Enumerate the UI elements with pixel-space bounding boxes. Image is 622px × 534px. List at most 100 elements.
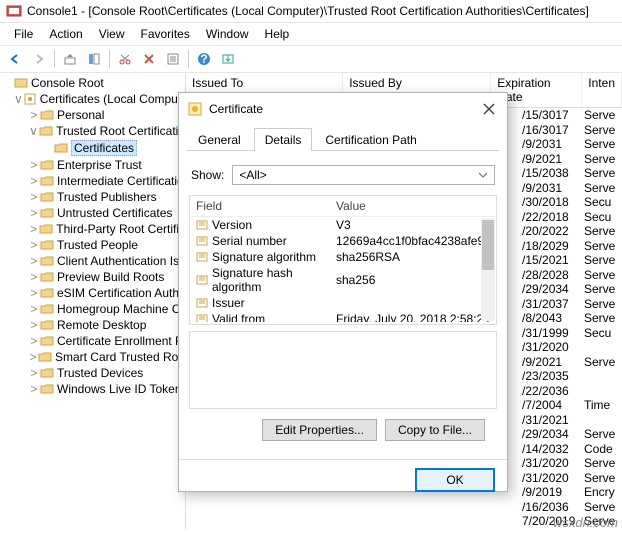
- cell-expiration: /8/2043: [516, 311, 578, 325]
- up-button[interactable]: [59, 48, 81, 70]
- menu-favorites[interactable]: Favorites: [133, 25, 198, 43]
- export-button[interactable]: [217, 48, 239, 70]
- cell-intended: Serve: [578, 268, 622, 282]
- value-col[interactable]: Value: [336, 199, 490, 213]
- edit-properties-button[interactable]: Edit Properties...: [262, 419, 377, 441]
- menu-action[interactable]: Action: [41, 25, 90, 43]
- tree-node[interactable]: >Windows Live ID Token: [0, 381, 185, 397]
- scrollbar[interactable]: [481, 218, 495, 321]
- cell-expiration: /9/2019: [516, 485, 578, 499]
- tree-label: Untrusted Certificates: [57, 206, 172, 220]
- expand-icon[interactable]: >: [28, 158, 40, 172]
- cell-intended: Serve: [578, 108, 622, 122]
- tree-node[interactable]: > Client Authentication Is: [0, 253, 185, 269]
- tree-node[interactable]: ∨Trusted Root Certificatio: [0, 123, 185, 139]
- tree-node[interactable]: >Trusted People: [0, 237, 185, 253]
- table-row[interactable]: /16/2036Serve: [186, 500, 622, 515]
- menu-help[interactable]: Help: [257, 25, 298, 43]
- tree-node[interactable]: >eSIM Certification Authc: [0, 285, 185, 301]
- tree-certificates[interactable]: ∨Certificates (Local Compute: [0, 91, 185, 107]
- expand-icon[interactable]: >: [28, 190, 40, 204]
- expand-icon[interactable]: >: [28, 302, 40, 316]
- folder-icon: [40, 206, 54, 220]
- field-rows[interactable]: VersionV3Serial number12669a4cc1f0bfac42…: [190, 217, 496, 322]
- copy-to-file-button[interactable]: Copy to File...: [385, 419, 485, 441]
- help-button[interactable]: ?: [193, 48, 215, 70]
- show-label: Show:: [191, 168, 224, 182]
- expand-icon[interactable]: >: [28, 334, 40, 348]
- tree-label: Client Authentication Is: [57, 254, 179, 268]
- field-row[interactable]: Serial number12669a4cc1f0bfac4238afe9a6.…: [190, 233, 496, 249]
- close-button[interactable]: [479, 99, 499, 119]
- mmc-icon: [6, 3, 22, 19]
- cell-intended: Secu: [578, 195, 622, 209]
- tree-label: Enterprise Trust: [57, 158, 142, 172]
- tree-pane[interactable]: Console Root ∨Certificates (Local Comput…: [0, 73, 186, 529]
- cell-intended: Code: [578, 442, 622, 456]
- separator: [109, 50, 110, 68]
- tree-console-root[interactable]: Console Root: [0, 75, 185, 91]
- expand-icon[interactable]: >: [28, 382, 40, 396]
- tree-node[interactable]: >Remote Desktop: [0, 317, 185, 333]
- tree-label: Certificates: [71, 140, 137, 156]
- forward-button[interactable]: [28, 48, 50, 70]
- field-row[interactable]: Issuer: [190, 295, 496, 311]
- expand-icon[interactable]: >: [28, 318, 40, 332]
- tree-node[interactable]: > Untrusted Certificates: [0, 205, 185, 221]
- expand-icon[interactable]: >: [28, 206, 40, 220]
- expand-icon[interactable]: >: [28, 238, 40, 252]
- expand-icon[interactable]: >: [28, 270, 40, 284]
- cell-intended: Serve: [578, 297, 622, 311]
- properties-button[interactable]: [162, 48, 184, 70]
- field-row[interactable]: Valid fromFriday, July 20, 2018 2:58:24: [190, 311, 496, 322]
- field-col[interactable]: Field: [196, 199, 336, 213]
- tab-details[interactable]: Details: [254, 128, 313, 151]
- delete-button[interactable]: [138, 48, 160, 70]
- expand-icon[interactable]: >: [28, 254, 40, 268]
- expand-icon[interactable]: ∨: [14, 92, 23, 106]
- col-intended[interactable]: Inten: [582, 73, 622, 107]
- back-button[interactable]: [4, 48, 26, 70]
- certificate-dialog: Certificate General Details Certificatio…: [178, 92, 508, 492]
- show-hide-button[interactable]: [83, 48, 105, 70]
- window-title: Console1 - [Console Root\Certificates (L…: [27, 4, 589, 18]
- menu-window[interactable]: Window: [198, 25, 257, 43]
- tree-label: Certificate Enrollment R: [57, 334, 184, 348]
- field-row[interactable]: Signature algorithmsha256RSA: [190, 249, 496, 265]
- tree-node[interactable]: >Trusted Publishers: [0, 189, 185, 205]
- tree-label: Smart Card Trusted Roo: [55, 350, 185, 364]
- tree-node[interactable]: >Personal: [0, 107, 185, 123]
- cell-expiration: /31/1999: [516, 326, 578, 340]
- tab-general[interactable]: General: [187, 128, 252, 151]
- expand-icon[interactable]: >: [28, 286, 40, 300]
- tree-node[interactable]: >Preview Build Roots: [0, 269, 185, 285]
- field-row[interactable]: Signature hash algorithmsha256: [190, 265, 496, 295]
- expand-icon[interactable]: ∨: [28, 124, 39, 138]
- cell-intended: Serve: [578, 123, 622, 137]
- menu-view[interactable]: View: [91, 25, 133, 43]
- tree-node[interactable]: >Third-Party Root Certific: [0, 221, 185, 237]
- menu-file[interactable]: File: [6, 25, 41, 43]
- tab-certpath[interactable]: Certification Path: [314, 128, 427, 151]
- tree-node[interactable]: > Smart Card Trusted Roo: [0, 349, 185, 365]
- expand-icon[interactable]: >: [28, 108, 40, 122]
- show-combo[interactable]: <All>: [232, 165, 495, 185]
- ok-button[interactable]: OK: [415, 468, 495, 492]
- tree-node[interactable]: > Enterprise Trust: [0, 157, 185, 173]
- detail-textarea[interactable]: [189, 331, 497, 409]
- expand-icon[interactable]: >: [28, 366, 40, 380]
- tree-node[interactable]: >Intermediate Certificatio: [0, 173, 185, 189]
- scrollbar-thumb[interactable]: [482, 220, 494, 270]
- expand-icon[interactable]: >: [28, 222, 39, 236]
- expand-icon[interactable]: >: [28, 350, 38, 364]
- cut-button[interactable]: [114, 48, 136, 70]
- expand-icon[interactable]: >: [28, 174, 40, 188]
- tree-node[interactable]: > Certificate Enrollment R: [0, 333, 185, 349]
- tree-node[interactable]: >Homegroup Machine C: [0, 301, 185, 317]
- cell-intended: Secu: [578, 326, 622, 340]
- tree-node[interactable]: Certificates: [0, 139, 185, 157]
- field-value: sha256: [336, 273, 490, 287]
- tree-node[interactable]: >Trusted Devices: [0, 365, 185, 381]
- field-row[interactable]: VersionV3: [190, 217, 496, 233]
- cell-expiration: /15/2021: [516, 253, 578, 267]
